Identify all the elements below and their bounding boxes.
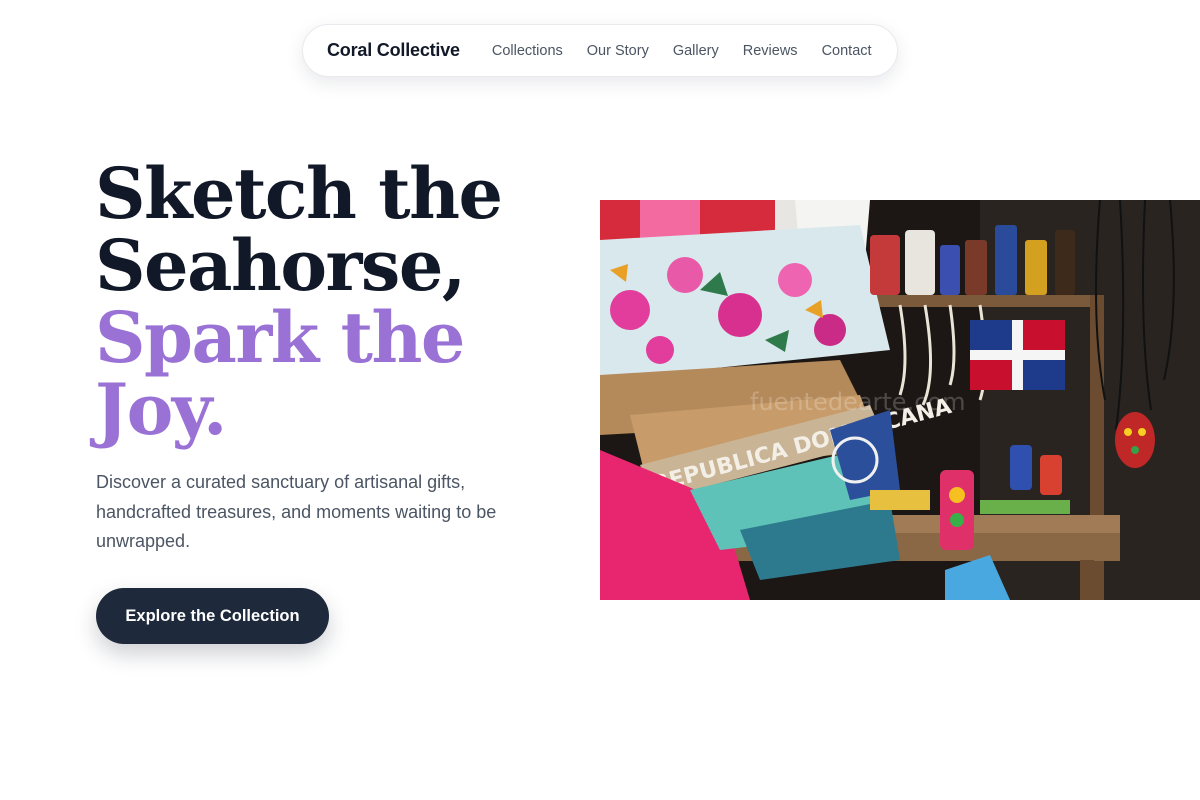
hero-headline: Sketch the Seahorse, Spark the Joy. (95, 158, 575, 446)
nav-link-reviews[interactable]: Reviews (743, 43, 798, 59)
nav-links: Collections Our Story Gallery Reviews Co… (492, 43, 872, 59)
brand-logo[interactable]: Coral Collective (327, 40, 460, 61)
nav-link-contact[interactable]: Contact (822, 43, 872, 59)
nav-link-collections[interactable]: Collections (492, 43, 563, 59)
explore-collection-button[interactable]: Explore the Collection (96, 588, 329, 644)
hero-market-photo: REPUBLICA DOMINICANA fuentedearte.com (600, 200, 1200, 600)
headline-line-1: Sketch the (95, 152, 503, 235)
nav-link-our-story[interactable]: Our Story (587, 43, 649, 59)
headline-line-2: Seahorse, (95, 224, 466, 307)
market-stall-illustration: REPUBLICA DOMINICANA fuentedearte.com (600, 200, 1200, 600)
top-navigation: Coral Collective Collections Our Story G… (302, 24, 898, 77)
hero-subtitle: Discover a curated sanctuary of artisana… (96, 472, 497, 551)
nav-link-gallery[interactable]: Gallery (673, 43, 719, 59)
headline-line-4: Joy. (95, 368, 227, 451)
image-watermark: fuentedearte.com (750, 388, 965, 416)
headline-line-3: Spark the (95, 296, 465, 379)
